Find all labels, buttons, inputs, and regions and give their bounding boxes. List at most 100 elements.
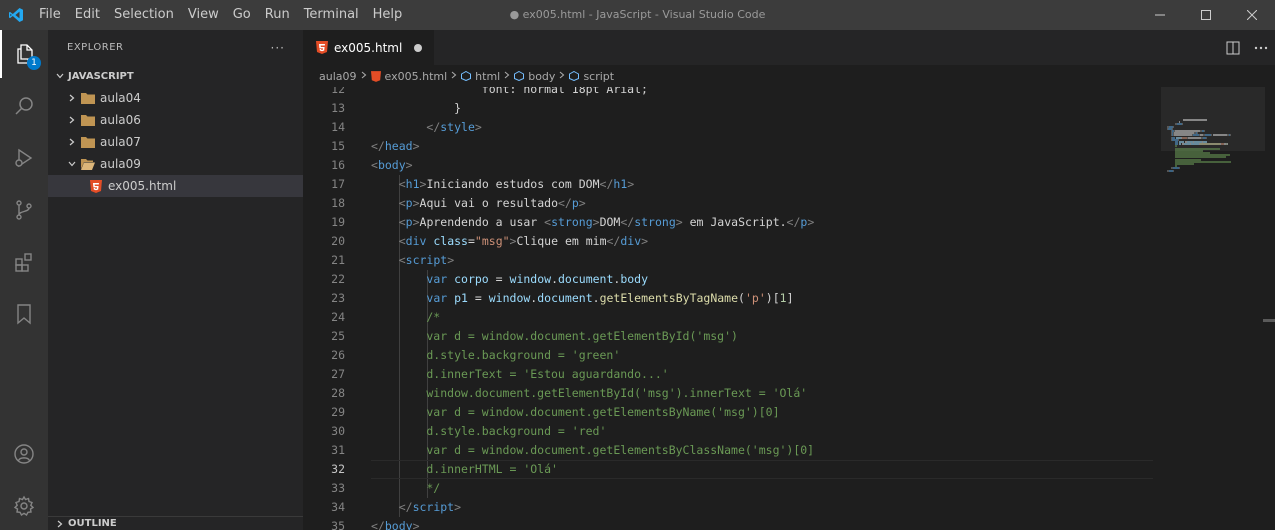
code-line[interactable]: 16 <body>: [303, 156, 1153, 175]
breadcrumb-item[interactable]: aula09: [319, 70, 357, 83]
code-line[interactable]: 31 var d = window.document.getElementsBy…: [303, 441, 1153, 460]
file-ex005-html[interactable]: ex005.html: [48, 175, 303, 197]
code-text: var corpo = window.document.body: [371, 270, 648, 289]
minimize-button[interactable]: [1137, 0, 1183, 30]
code-token: >: [405, 158, 413, 172]
menu-file[interactable]: File: [32, 0, 68, 30]
menu-edit[interactable]: Edit: [68, 0, 107, 30]
explorer-icon[interactable]: 1: [0, 30, 48, 78]
extensions-icon[interactable]: [0, 238, 48, 286]
code-token: p1: [454, 291, 468, 305]
folder-label: aula09: [100, 157, 141, 171]
account-icon[interactable]: [0, 430, 48, 478]
line-number: 20: [331, 234, 345, 248]
code-line[interactable]: 12 font: normal 18pt Arial;: [303, 87, 1153, 99]
code-line[interactable]: 21 <script>: [303, 251, 1153, 270]
chevron-right-icon: [52, 516, 68, 530]
code-line[interactable]: 18 <p>Aqui vai o resultado</p>: [303, 194, 1153, 213]
chevron-down-icon: [64, 156, 80, 172]
settings-gear-icon[interactable]: [0, 482, 48, 530]
bookmark-icon[interactable]: [0, 290, 48, 338]
folder-label: aula04: [100, 91, 141, 105]
code-line[interactable]: 25 var d = window.document.getElementByI…: [303, 327, 1153, 346]
code-token: <: [398, 253, 406, 267]
minimap-line: [1227, 143, 1228, 146]
chevron-right-icon: [64, 112, 80, 128]
chevron-right-icon: [451, 71, 457, 82]
code-token: <: [398, 196, 406, 210]
outline-section[interactable]: OUTLINE: [48, 516, 303, 530]
vscode-logo-icon: [0, 0, 32, 30]
menu-selection[interactable]: Selection: [107, 0, 181, 30]
code-line[interactable]: 13 }: [303, 99, 1153, 118]
code-line[interactable]: 15 </head>: [303, 137, 1153, 156]
code-token: document: [537, 291, 593, 305]
vertical-scrollbar[interactable]: [1263, 87, 1275, 530]
code-editor[interactable]: 12 font: normal 18pt Arial; 13 } 14 </styl…: [303, 87, 1153, 530]
code-token: document: [558, 272, 614, 286]
code-line[interactable]: 32 d.innerHTML = 'Olá': [303, 460, 1153, 479]
code-line[interactable]: 27 d.innerText = 'Estou aguardando...': [303, 365, 1153, 384]
code-token: Aprendendo a usar: [419, 215, 545, 229]
minimap-line: [1204, 130, 1205, 132]
split-editor-icon[interactable]: [1219, 30, 1247, 65]
unsaved-dot-icon[interactable]: [414, 43, 423, 52]
code-line[interactable]: 22 var corpo = window.document.body: [303, 270, 1153, 289]
close-button[interactable]: [1229, 0, 1275, 30]
minimap-line: [1206, 136, 1207, 139]
folder-aula09[interactable]: aula09: [48, 153, 303, 175]
code-token: >: [627, 177, 635, 191]
code-token: class: [433, 234, 468, 248]
code-token: </: [426, 120, 441, 134]
folder-aula07[interactable]: aula07: [48, 131, 303, 153]
menu-view[interactable]: View: [181, 0, 226, 30]
line-number: 29: [331, 405, 345, 419]
menu-help[interactable]: Help: [366, 0, 410, 30]
code-token: body: [384, 519, 413, 530]
folder-aula04[interactable]: aula04: [48, 87, 303, 109]
code-line[interactable]: 29 var d = window.document.getElementsBy…: [303, 403, 1153, 422]
code-line[interactable]: 33 */: [303, 479, 1153, 498]
tab-ex005-html[interactable]: ex005.html: [303, 30, 435, 65]
minimap[interactable]: [1161, 87, 1265, 530]
run-debug-icon[interactable]: [0, 134, 48, 182]
code-text: <p>Aqui vai o resultado</p>: [371, 194, 586, 213]
code-line[interactable]: 14 </style>: [303, 118, 1153, 137]
line-number: 17: [331, 177, 345, 191]
code-line[interactable]: 17 <h1>Iniciando estudos com DOM</h1>: [303, 175, 1153, 194]
workspace-header[interactable]: JAVASCRIPT: [48, 65, 303, 87]
code-line[interactable]: 24 /*: [303, 308, 1153, 327]
code-line[interactable]: 34 </script>: [303, 498, 1153, 517]
search-icon[interactable]: [0, 82, 48, 130]
more-actions-icon[interactable]: [1247, 30, 1275, 65]
code-line[interactable]: 26 d.style.background = 'green': [303, 346, 1153, 365]
minimap-line: [1183, 119, 1207, 121]
folder-aula06[interactable]: aula06: [48, 109, 303, 131]
code-line[interactable]: 35 </body>: [303, 517, 1153, 530]
scrollbar-thumb[interactable]: [1263, 319, 1275, 322]
more-actions-button[interactable]: ···: [271, 41, 285, 55]
code-token: /*: [371, 310, 441, 324]
code-line[interactable]: 23 var p1 = window.document.getElementsB…: [303, 289, 1153, 308]
breadcrumb-item[interactable]: ex005.html: [370, 70, 447, 83]
chevron-right-icon: [64, 90, 80, 106]
code-text: }: [371, 99, 461, 118]
code-line[interactable]: 20 <div class="msg">Clique em mim</div>: [303, 232, 1153, 251]
code-line[interactable]: 30 d.style.background = 'red': [303, 422, 1153, 441]
code-text: d.innerHTML = 'Olá': [371, 460, 558, 479]
menu-run[interactable]: Run: [258, 0, 297, 30]
breadcrumb-item[interactable]: html: [461, 70, 500, 83]
code-line[interactable]: 19 <p>Aprendendo a usar <strong>DOM</str…: [303, 213, 1153, 232]
maximize-button[interactable]: [1183, 0, 1229, 30]
code-line[interactable]: 28 window.document.getElementById('msg')…: [303, 384, 1153, 403]
menu-terminal[interactable]: Terminal: [297, 0, 366, 30]
editor-tabs: ex005.html: [303, 30, 1275, 65]
breadcrumb-item[interactable]: body: [514, 70, 555, 83]
line-number: 25: [331, 329, 345, 343]
menu-go[interactable]: Go: [226, 0, 258, 30]
breadcrumb-item[interactable]: script: [569, 70, 614, 83]
source-control-icon[interactable]: [0, 186, 48, 234]
code-token: =: [488, 272, 510, 286]
